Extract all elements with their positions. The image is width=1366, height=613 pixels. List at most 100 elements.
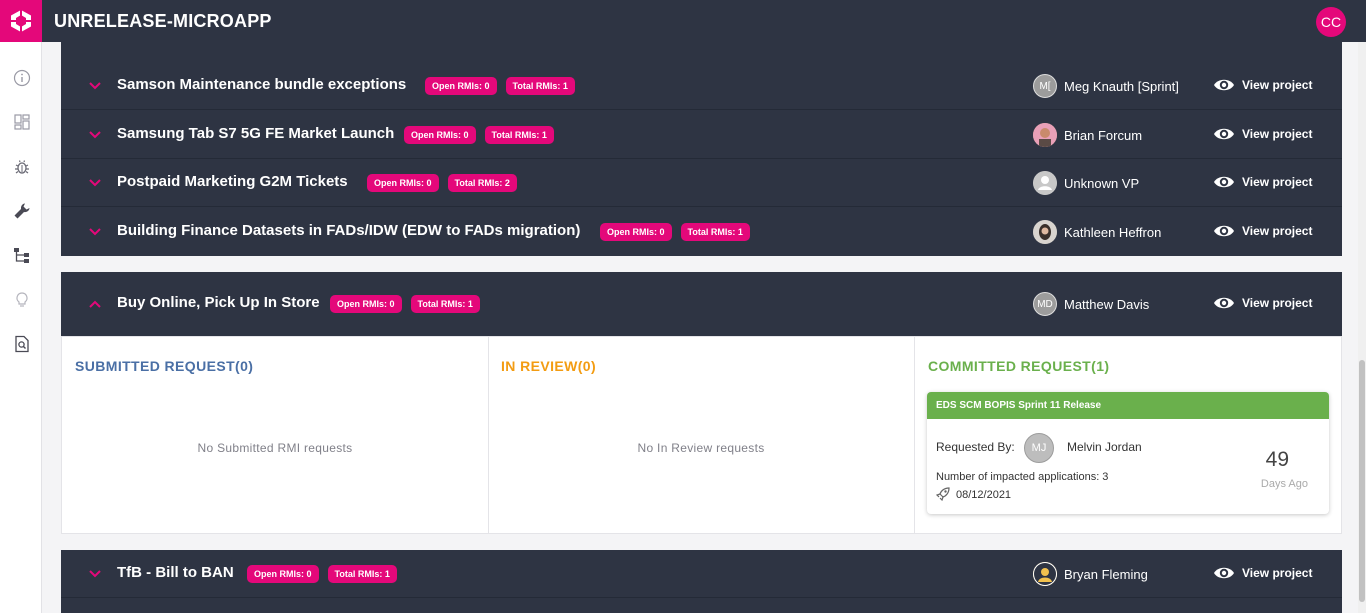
total-rmis-badge: Total RMIs: 1 bbox=[327, 565, 397, 583]
project-owner: Kathleen Heffron bbox=[1033, 220, 1161, 244]
project-row[interactable]: Samson Maintenance bundle exceptions Ope… bbox=[61, 62, 1342, 110]
view-project-button[interactable]: View project bbox=[1213, 222, 1312, 240]
rmi-badges: Open RMIs: 0 Total RMIs: 1 bbox=[404, 126, 554, 144]
logo-icon bbox=[9, 9, 33, 33]
total-rmis-badge: Total RMIs: 1 bbox=[505, 77, 575, 95]
user-avatar[interactable]: CC bbox=[1316, 7, 1346, 37]
open-rmis-badge: Open RMIs: 0 bbox=[247, 565, 319, 583]
total-rmis-badge: Total RMIs: 2 bbox=[447, 174, 517, 192]
open-rmis-badge: Open RMIs: 0 bbox=[330, 295, 402, 313]
avatar bbox=[1033, 123, 1057, 147]
project-name: TfB - Bill to BAN bbox=[117, 564, 234, 581]
project-row[interactable]: Samsung Tab S7 5G FE Market Launch Open … bbox=[61, 111, 1342, 159]
app-logo[interactable] bbox=[0, 0, 42, 42]
owner-name: Kathleen Heffron bbox=[1064, 224, 1162, 240]
avatar bbox=[1033, 562, 1057, 586]
lightbulb-icon[interactable] bbox=[13, 291, 31, 309]
avatar bbox=[1033, 220, 1057, 244]
rmi-badges: Open RMIs: 0 Total RMIs: 1 bbox=[247, 565, 397, 583]
view-project-button[interactable]: View project bbox=[1213, 294, 1312, 312]
total-rmis-badge: Total RMIs: 1 bbox=[410, 295, 480, 313]
project-group-bottom: TfB - Bill to BAN Open RMIs: 0 Total RMI… bbox=[61, 550, 1342, 613]
chevron-down-icon[interactable] bbox=[88, 79, 102, 93]
eye-icon bbox=[1214, 176, 1234, 188]
chevron-up-icon[interactable] bbox=[88, 297, 102, 311]
owner-name: Bryan Fleming bbox=[1064, 566, 1148, 582]
requested-by-label: Requested By: bbox=[936, 440, 1015, 454]
project-group-top: Samson Maintenance bundle exceptions Ope… bbox=[61, 62, 1342, 256]
chevron-down-icon[interactable] bbox=[88, 176, 102, 190]
project-owner: Bryan Fleming bbox=[1033, 562, 1148, 586]
project-name: Samsung Tab S7 5G FE Market Launch bbox=[117, 125, 395, 142]
owner-name: Brian Forcum bbox=[1064, 127, 1143, 143]
info-icon[interactable] bbox=[13, 69, 31, 87]
project-group-expanded: Buy Online, Pick Up In Store Open RMIs: … bbox=[61, 272, 1342, 336]
request-card-title: EDS SCM BOPIS Sprint 11 Release bbox=[927, 392, 1329, 419]
chevron-down-icon[interactable] bbox=[88, 225, 102, 239]
total-rmis-badge: Total RMIs: 1 bbox=[484, 126, 554, 144]
project-name: Buy Online, Pick Up In Store bbox=[117, 294, 320, 311]
rmi-badges: Open RMIs: 0 Total RMIs: 1 bbox=[330, 295, 480, 313]
open-rmis-badge: Open RMIs: 0 bbox=[425, 77, 497, 95]
view-project-label: View project bbox=[1242, 127, 1313, 141]
request-card[interactable]: EDS SCM BOPIS Sprint 11 Release Requeste… bbox=[927, 392, 1329, 514]
project-name: Postpaid Marketing G2M Tickets bbox=[117, 173, 348, 190]
project-row[interactable]: Postpaid Marketing G2M Tickets Open RMIs… bbox=[61, 159, 1342, 207]
days-ago-value: 49 bbox=[1265, 448, 1289, 471]
requester-name: Melvin Jordan bbox=[1067, 440, 1142, 454]
bug-icon[interactable] bbox=[13, 158, 31, 176]
rmi-badges: Open RMIs: 0 Total RMIs: 1 bbox=[600, 223, 750, 241]
eye-icon bbox=[1214, 297, 1234, 309]
eye-icon bbox=[1214, 128, 1234, 140]
eye-icon bbox=[1214, 567, 1234, 579]
app-title: UNRELEASE-MICROAPP bbox=[54, 11, 272, 31]
top-bar: UNRELEASE-MICROAPP CC bbox=[0, 0, 1366, 42]
document-search-icon[interactable] bbox=[13, 335, 31, 353]
rmi-badges: Open RMIs: 0 Total RMIs: 2 bbox=[367, 174, 517, 192]
project-name: Samson Maintenance bundle exceptions bbox=[117, 76, 407, 93]
dashboard-icon[interactable] bbox=[13, 113, 31, 131]
eye-icon bbox=[1214, 79, 1234, 91]
committed-column: COMMITTED REQUEST(1) EDS SCM BOPIS Sprin… bbox=[915, 337, 1341, 533]
impacted-apps-text: Number of impacted applications: 3 bbox=[936, 471, 1109, 483]
chevron-down-icon[interactable] bbox=[88, 567, 102, 581]
view-project-button[interactable]: View project bbox=[1213, 76, 1312, 94]
eye-icon bbox=[1214, 225, 1234, 237]
scrollbar-track[interactable] bbox=[1358, 42, 1366, 613]
view-project-button[interactable]: View project bbox=[1213, 173, 1312, 191]
owner-name: Matthew Davis bbox=[1064, 296, 1150, 312]
owner-name: Unknown VP bbox=[1064, 175, 1140, 191]
project-row[interactable]: Building Finance Datasets in FADs/IDW (E… bbox=[61, 208, 1342, 256]
project-row-expanded[interactable]: Buy Online, Pick Up In Store Open RMIs: … bbox=[61, 280, 1342, 328]
open-rmis-badge: Open RMIs: 0 bbox=[367, 174, 439, 192]
view-project-button[interactable]: View project bbox=[1213, 564, 1312, 582]
view-project-button[interactable]: View project bbox=[1213, 125, 1312, 143]
request-columns-panel: SUBMITTED REQUEST(0) No Submitted RMI re… bbox=[61, 336, 1342, 534]
view-project-label: View project bbox=[1242, 566, 1313, 580]
hierarchy-icon[interactable] bbox=[13, 246, 31, 264]
project-name: Building Finance Datasets in FADs/IDW (E… bbox=[117, 222, 581, 239]
in-review-title: IN REVIEW(0) bbox=[501, 358, 597, 374]
project-row[interactable]: TfB - Bill to BAN Open RMIs: 0 Total RMI… bbox=[61, 550, 1342, 598]
in-review-column: IN REVIEW(0) No In Review requests bbox=[488, 337, 915, 533]
view-project-label: View project bbox=[1242, 78, 1313, 92]
rmi-badges: Open RMIs: 0 Total RMIs: 1 bbox=[425, 77, 575, 95]
project-owner: Unknown VP bbox=[1033, 171, 1139, 195]
wrench-icon[interactable] bbox=[13, 202, 31, 220]
committed-title: COMMITTED REQUEST(1) bbox=[928, 358, 1110, 374]
request-date: 08/12/2021 bbox=[956, 489, 1012, 501]
open-rmis-badge: Open RMIs: 0 bbox=[600, 223, 672, 241]
scrollbar-thumb[interactable] bbox=[1359, 360, 1365, 602]
open-rmis-badge: Open RMIs: 0 bbox=[404, 126, 476, 144]
avatar: M[ bbox=[1033, 74, 1057, 98]
avatar: MJ bbox=[1024, 433, 1054, 463]
submitted-title: SUBMITTED REQUEST(0) bbox=[75, 358, 254, 374]
project-owner: MD Matthew Davis bbox=[1033, 292, 1149, 316]
chevron-down-icon[interactable] bbox=[88, 128, 102, 142]
project-owner: Brian Forcum bbox=[1033, 123, 1142, 147]
in-review-empty-text: No In Review requests bbox=[637, 441, 765, 455]
sidebar bbox=[0, 42, 42, 613]
project-owner: M[ Meg Knauth [Sprint] bbox=[1033, 74, 1179, 98]
days-ago-label: Days Ago bbox=[1260, 478, 1308, 490]
avatar: MD bbox=[1033, 292, 1057, 316]
